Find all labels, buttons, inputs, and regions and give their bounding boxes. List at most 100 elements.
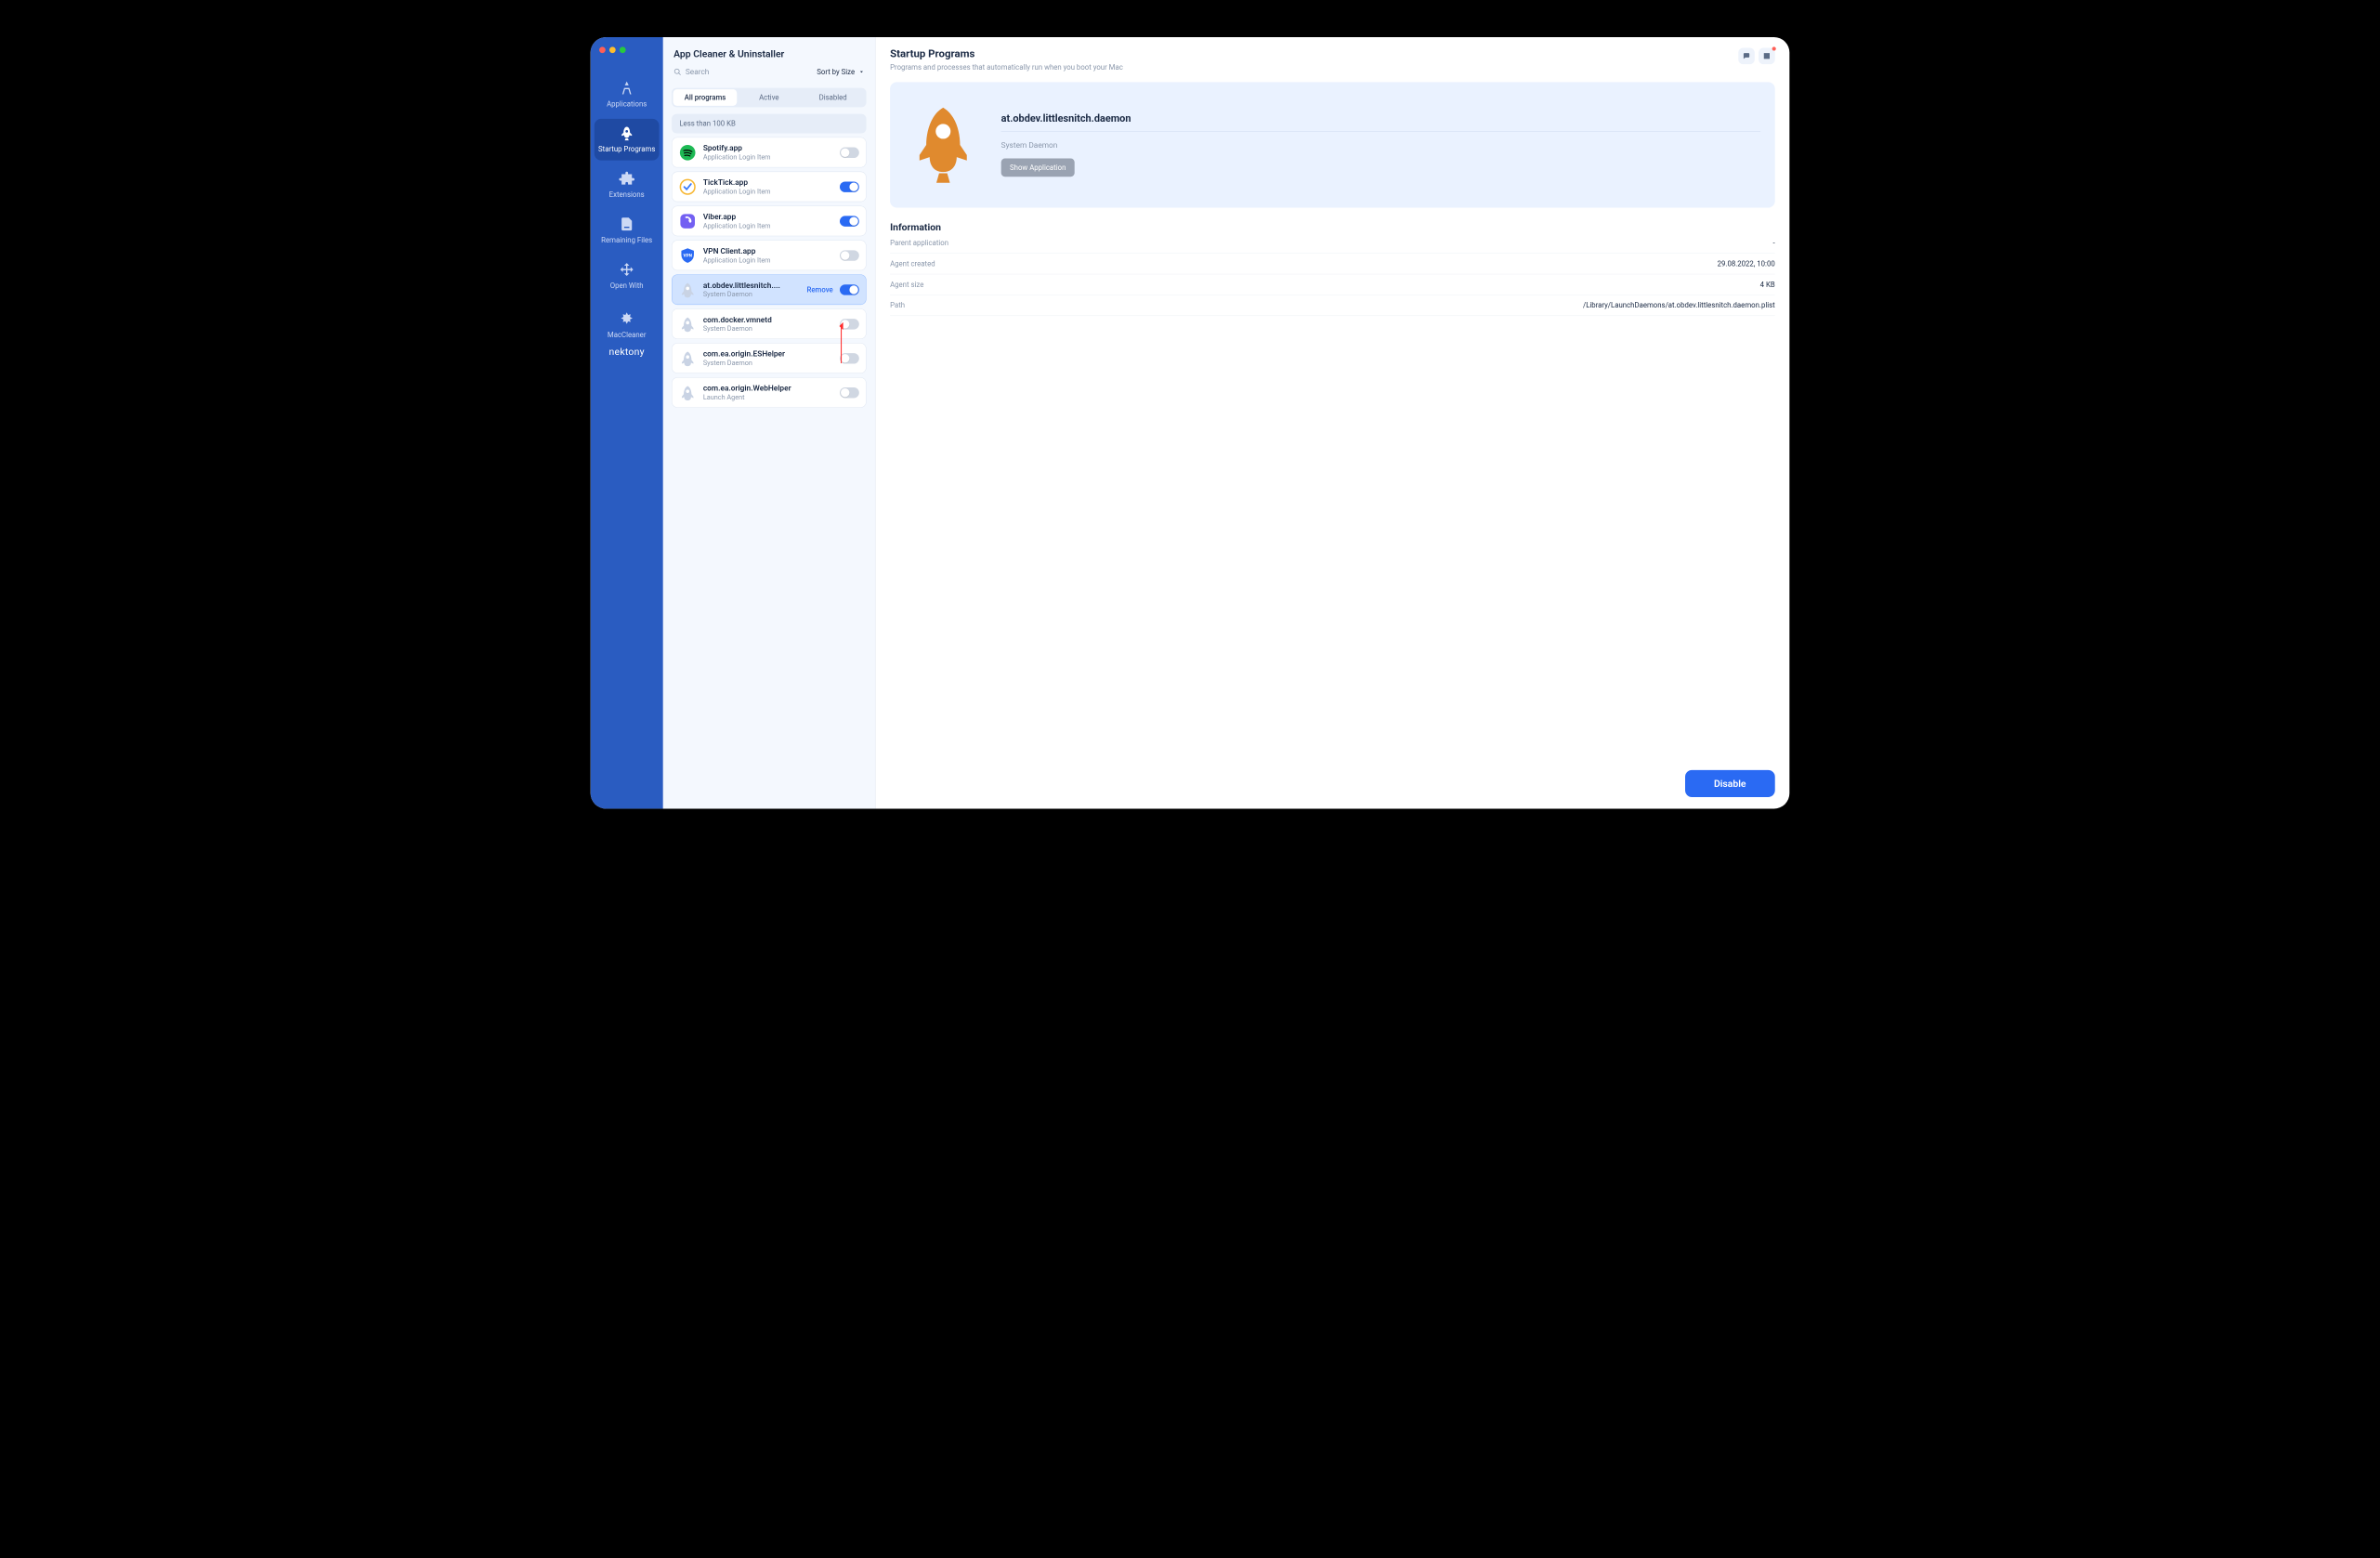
list-item[interactable]: Viber.app Application Login Item: [672, 205, 867, 236]
info-value: /Library/LaunchDaemons/at.obdev.littlesn…: [1583, 301, 1775, 309]
sidebar-item-remaining-files[interactable]: Remaining Files: [595, 210, 660, 252]
list-item[interactable]: TickTick.app Application Login Item: [672, 172, 867, 203]
sidebar-item-label: Open With: [610, 281, 644, 290]
brand-logo: nektony: [609, 346, 645, 357]
info-row: Agent size 4 KB: [890, 274, 1775, 295]
list-item[interactable]: com.docker.vmnetd System Daemon: [672, 308, 867, 339]
sidebar: Applications Startup Programs Extensions…: [591, 37, 663, 808]
sidebar-item-maccleaner[interactable]: MacCleaner: [595, 305, 660, 347]
tab-all-programs[interactable]: All programs: [673, 89, 738, 106]
item-name: com.ea.origin.ESHelper: [703, 349, 833, 359]
tab-active[interactable]: Active: [737, 89, 801, 106]
show-application-button[interactable]: Show Application: [1001, 159, 1075, 177]
list-item[interactable]: at.obdev.littlesnitch.... System Daemon …: [672, 274, 867, 305]
window-controls: [599, 46, 626, 53]
sidebar-item-startup-programs[interactable]: Startup Programs: [595, 119, 660, 161]
programs-list: Spotify.app Application Login Item TickT…: [663, 133, 875, 808]
item-subtitle: Application Login Item: [703, 256, 833, 264]
rocket-icon: [679, 281, 697, 298]
item-name: com.ea.origin.WebHelper: [703, 384, 833, 393]
close-icon[interactable]: [599, 46, 606, 53]
info-table: Parent application - Agent created 29.08.20…: [890, 233, 1775, 316]
info-value: 4 KB: [1760, 281, 1775, 289]
sidebar-item-applications[interactable]: Applications: [595, 73, 660, 115]
item-subtitle: Application Login Item: [703, 188, 833, 195]
info-key: Agent created: [890, 259, 935, 268]
filter-tabs: All programs Active Disabled: [672, 88, 867, 108]
item-name: Viber.app: [703, 212, 833, 221]
app-window: Applications Startup Programs Extensions…: [591, 37, 1790, 808]
size-group-label: Less than 100 KB: [672, 114, 867, 134]
sidebar-item-extensions[interactable]: Extensions: [595, 164, 660, 206]
tab-disabled[interactable]: Disabled: [801, 89, 865, 106]
list-item[interactable]: Spotify.app Application Login Item: [672, 137, 867, 168]
sort-label: Sort by Size: [817, 68, 855, 76]
news-button[interactable]: [1759, 47, 1775, 64]
enable-toggle[interactable]: [840, 284, 859, 295]
list-panel: App Cleaner & Uninstaller Sort by Size A…: [663, 37, 876, 808]
detail-subtitle: Programs and processes that automaticall…: [890, 63, 1123, 72]
hero-card: at.obdev.littlesnitch.daemon System Daem…: [890, 82, 1775, 207]
vpn-icon: VPN: [679, 246, 697, 264]
sidebar-item-label: Applications: [607, 99, 647, 108]
item-subtitle: System Daemon: [703, 325, 833, 333]
list-item[interactable]: com.ea.origin.ESHelper System Daemon: [672, 343, 867, 373]
enable-toggle[interactable]: [840, 353, 859, 363]
svg-text:VPN: VPN: [684, 253, 692, 258]
minimize-icon[interactable]: [609, 46, 616, 53]
info-value: 29.08.2022, 10:00: [1718, 259, 1775, 268]
sidebar-item-label: Startup Programs: [598, 145, 655, 153]
item-subtitle: Application Login Item: [703, 153, 833, 161]
viber-icon: [679, 213, 697, 230]
info-row: Parent application -: [890, 233, 1775, 254]
info-key: Path: [890, 301, 905, 309]
notification-badge: [1772, 46, 1776, 50]
info-key: Agent size: [890, 281, 923, 289]
item-subtitle: Launch Agent: [703, 394, 833, 401]
item-name: Spotify.app: [703, 143, 833, 152]
sidebar-nav: Applications Startup Programs Extensions…: [591, 73, 663, 346]
hero-name: at.obdev.littlesnitch.daemon: [1001, 113, 1760, 132]
enable-toggle[interactable]: [840, 216, 859, 226]
remove-button[interactable]: Remove: [806, 285, 832, 294]
search-icon: [673, 68, 682, 76]
info-row: Agent created 29.08.2022, 10:00: [890, 254, 1775, 274]
search-box: [673, 67, 811, 76]
chevron-down-icon: [858, 69, 864, 74]
sort-dropdown[interactable]: Sort by Size: [817, 68, 864, 76]
item-subtitle: Application Login Item: [703, 222, 833, 229]
rocket-icon: [905, 97, 982, 193]
sidebar-item-label: Extensions: [609, 190, 645, 199]
spotify-icon: [679, 144, 697, 162]
enable-toggle[interactable]: [840, 181, 859, 191]
chat-button[interactable]: [1738, 47, 1755, 64]
enable-toggle[interactable]: [840, 250, 859, 260]
enable-toggle[interactable]: [840, 387, 859, 398]
info-title: Information: [890, 221, 1775, 232]
panel-title: App Cleaner & Uninstaller: [673, 47, 864, 59]
item-name: VPN Client.app: [703, 246, 833, 255]
detail-title: Startup Programs: [890, 47, 1123, 59]
list-item[interactable]: com.ea.origin.WebHelper Launch Agent: [672, 377, 867, 408]
enable-toggle[interactable]: [840, 319, 859, 329]
rocket-icon: [679, 384, 697, 401]
sidebar-item-label: MacCleaner: [608, 331, 647, 339]
item-name: TickTick.app: [703, 177, 833, 187]
search-input[interactable]: [686, 67, 811, 76]
rocket-icon: [679, 349, 697, 367]
enable-toggle[interactable]: [840, 147, 859, 157]
item-name: at.obdev.littlesnitch....: [703, 281, 800, 290]
info-key: Parent application: [890, 239, 948, 247]
item-subtitle: System Daemon: [703, 360, 833, 367]
detail-panel: Startup Programs Programs and processes …: [875, 37, 1789, 808]
hero-type: System Daemon: [1001, 140, 1760, 150]
item-name: com.docker.vmnetd: [703, 315, 833, 324]
rocket-icon: [679, 315, 697, 333]
disable-button[interactable]: Disable: [1685, 770, 1775, 797]
list-item[interactable]: VPN VPN Client.app Application Login Ite…: [672, 240, 867, 270]
maximize-icon[interactable]: [620, 46, 626, 53]
sidebar-item-label: Remaining Files: [601, 236, 652, 244]
info-value: -: [1773, 239, 1775, 247]
ticktick-icon: [679, 178, 697, 196]
sidebar-item-open-with[interactable]: Open With: [595, 255, 660, 297]
